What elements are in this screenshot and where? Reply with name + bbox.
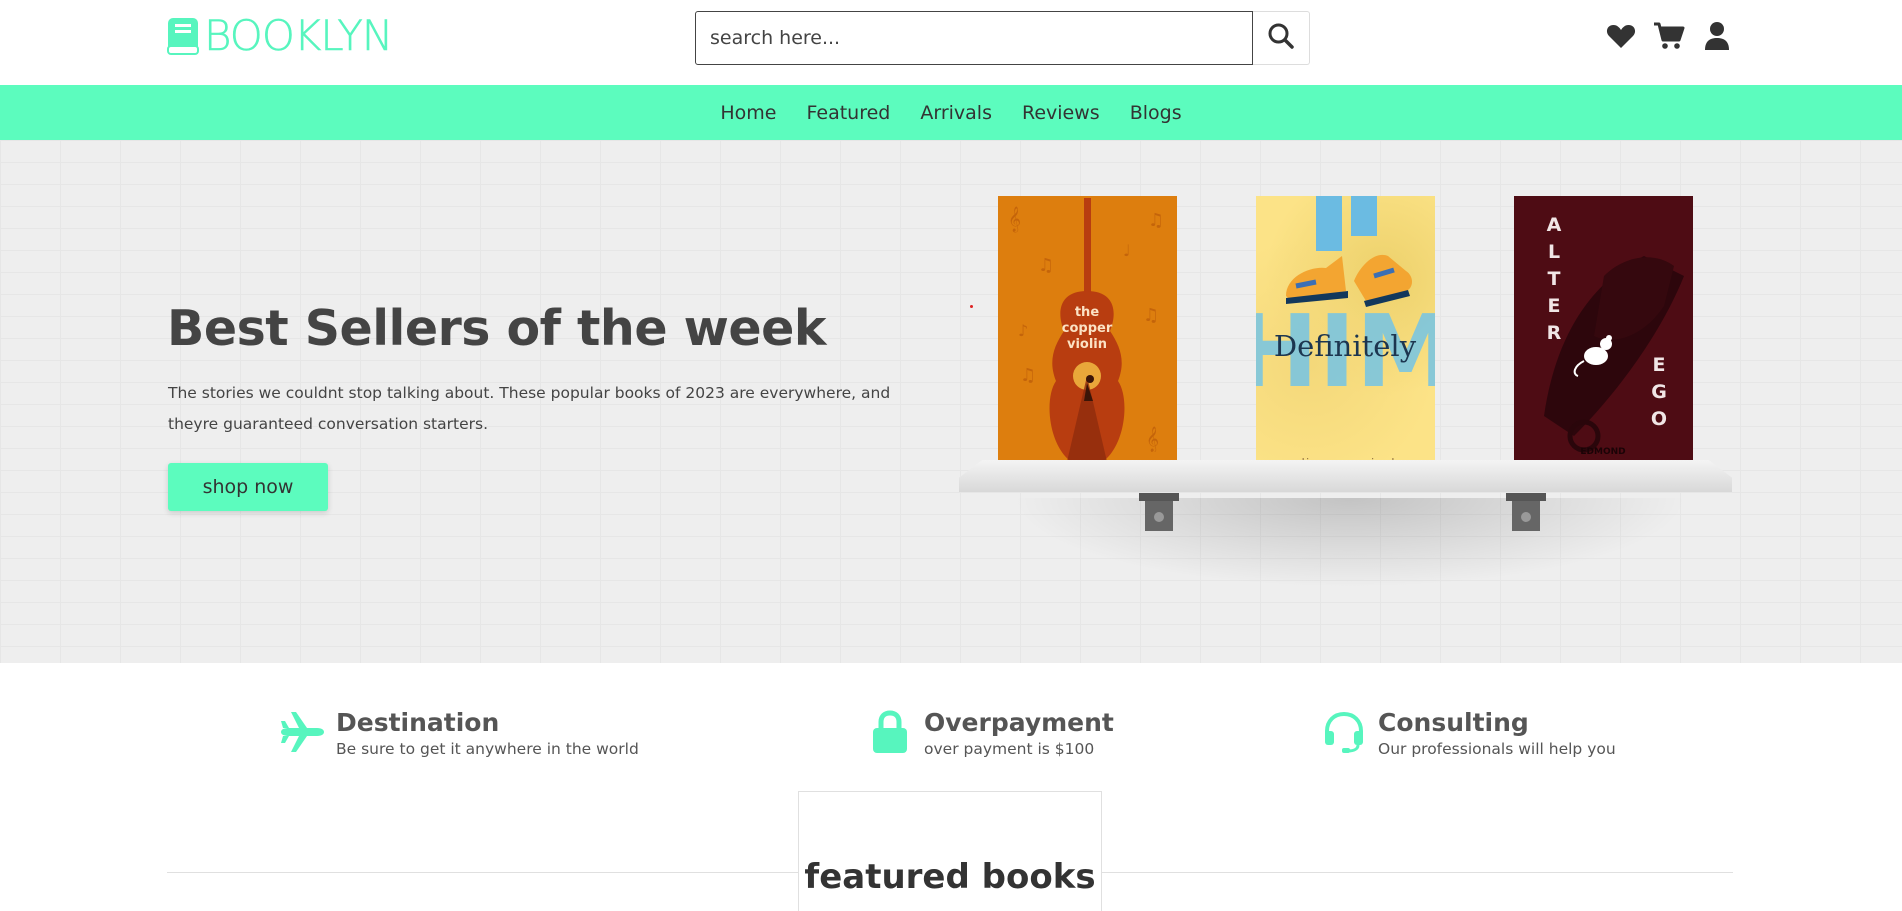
brand-name: BOOKLYN — [204, 11, 394, 60]
headset-icon — [1320, 708, 1368, 756]
nav-blogs[interactable]: Blogs — [1130, 102, 1182, 124]
svg-text:O: O — [1651, 408, 1667, 430]
svg-text:G: G — [1651, 381, 1667, 403]
shelf-bracket-right — [1506, 493, 1546, 531]
nav-arrivals[interactable]: Arrivals — [920, 102, 992, 124]
search-button[interactable] — [1253, 11, 1310, 65]
feature-title: Consulting — [1378, 708, 1529, 737]
nav-featured[interactable]: Featured — [807, 102, 891, 124]
feature-destination: Destination Be sure to get it anywhere i… — [278, 708, 639, 760]
svg-text:EDMOND: EDMOND — [1580, 447, 1625, 457]
featured-heading-box: featured books — [798, 791, 1102, 911]
svg-text:♪: ♪ — [1018, 321, 1028, 340]
svg-text:Definitely: Definitely — [1274, 329, 1417, 363]
shop-now-button[interactable]: shop now — [168, 463, 328, 511]
svg-text:copper: copper — [1062, 321, 1113, 336]
feature-title: Overpayment — [924, 708, 1114, 737]
book-cover-definitely[interactable]: HIM Definitely celine ann nicole — [1256, 196, 1435, 476]
svg-text:E: E — [1653, 354, 1666, 376]
svg-text:𝄞: 𝄞 — [1146, 426, 1159, 452]
feature-overpayment: Overpayment over payment is $100 — [866, 708, 1114, 760]
svg-text:♩: ♩ — [1123, 241, 1131, 260]
shelf-bracket-left — [1139, 493, 1179, 531]
header-actions — [1605, 20, 1733, 52]
hero-description: The stories we couldnt stop talking abou… — [168, 384, 891, 433]
main-nav: Home Featured Arrivals Reviews Blogs — [0, 85, 1902, 140]
svg-text:the: the — [1075, 305, 1099, 320]
feature-title: Destination — [336, 708, 500, 737]
book-icon — [166, 16, 202, 56]
features-section: Destination Be sure to get it anywhere i… — [0, 663, 1902, 793]
shelf-shadow — [1010, 498, 1690, 588]
plane-icon — [278, 708, 326, 756]
feature-subtitle: Be sure to get it anywhere in the world — [336, 740, 639, 758]
svg-text:R: R — [1547, 322, 1562, 344]
hero-section: Best Sellers of the week The stories we … — [0, 140, 1902, 663]
search-icon — [1267, 22, 1295, 54]
feature-text: Destination Be sure to get it anywhere i… — [336, 708, 639, 760]
svg-text:T: T — [1548, 268, 1561, 290]
featured-books-title: featured books — [804, 857, 1096, 897]
brand-logo[interactable]: BOOKLYN — [166, 11, 394, 60]
book-shelf — [959, 460, 1732, 492]
feature-text: Consulting Our professionals will help y… — [1378, 708, 1616, 760]
svg-text:♫: ♫ — [1143, 305, 1159, 326]
site-header: BOOKLYN — [0, 0, 1902, 85]
nav-reviews[interactable]: Reviews — [1022, 102, 1100, 124]
cart-icon[interactable] — [1653, 20, 1685, 52]
feature-subtitle: over payment is $100 — [924, 740, 1095, 758]
svg-text:♫: ♫ — [1148, 210, 1164, 231]
book-cover-copper-violin[interactable]: 𝄞 ♫ ♫ ♩ ♫ ♫ 𝄞 ♪ the copper violin — [998, 196, 1177, 476]
svg-text:A: A — [1547, 214, 1562, 236]
lock-icon — [866, 708, 914, 756]
svg-text:E: E — [1548, 295, 1561, 317]
user-icon[interactable] — [1701, 20, 1733, 52]
svg-text:𝄞: 𝄞 — [1008, 206, 1021, 232]
svg-text:violin: violin — [1067, 337, 1107, 352]
decorative-dot — [970, 305, 973, 308]
feature-consulting: Consulting Our professionals will help y… — [1320, 708, 1616, 760]
svg-text:♫: ♫ — [1038, 255, 1054, 276]
hero-title: Best Sellers of the week — [167, 300, 826, 357]
feature-subtitle: Our professionals will help you — [1378, 740, 1616, 758]
heart-icon[interactable] — [1605, 20, 1637, 52]
svg-text:L: L — [1548, 241, 1560, 263]
nav-home[interactable]: Home — [720, 102, 776, 124]
book-cover-alter-ego[interactable]: A L T E R E G O EDMOND — [1514, 196, 1693, 476]
search-bar — [695, 11, 1310, 65]
svg-text:♫: ♫ — [1020, 365, 1036, 386]
search-input[interactable] — [695, 11, 1253, 65]
feature-text: Overpayment over payment is $100 — [924, 708, 1114, 760]
